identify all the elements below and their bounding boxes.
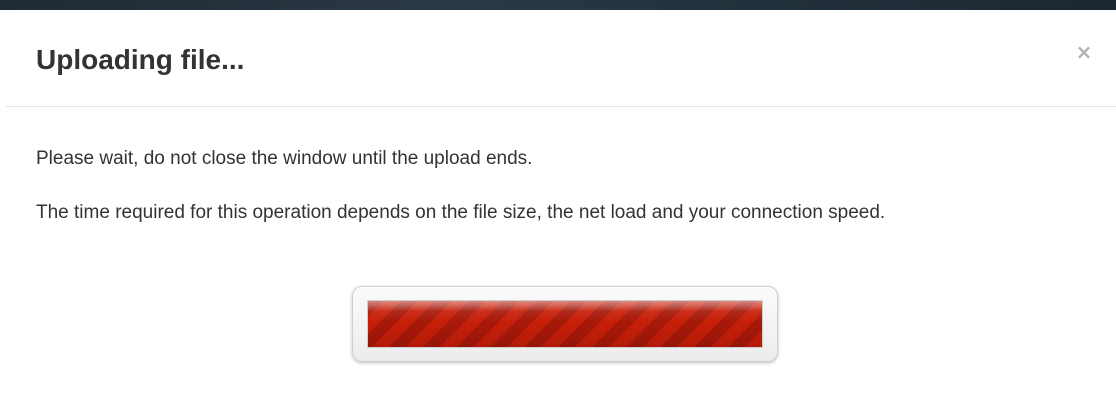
wait-message: Please wait, do not close the window unt… <box>36 148 533 169</box>
progress-bar-frame <box>352 286 778 362</box>
dialog-header: Uploading file... × <box>6 10 1116 107</box>
progress-bar-track <box>367 300 763 348</box>
time-info-message: The time required for this operation dep… <box>36 202 886 223</box>
upload-dialog: Uploading file... × Please wait, do not … <box>6 10 1116 407</box>
page-backdrop <box>0 0 1116 10</box>
progress-bar-fill <box>368 301 762 347</box>
dialog-title: Uploading file... <box>36 44 245 75</box>
close-icon[interactable]: × <box>1074 42 1094 62</box>
